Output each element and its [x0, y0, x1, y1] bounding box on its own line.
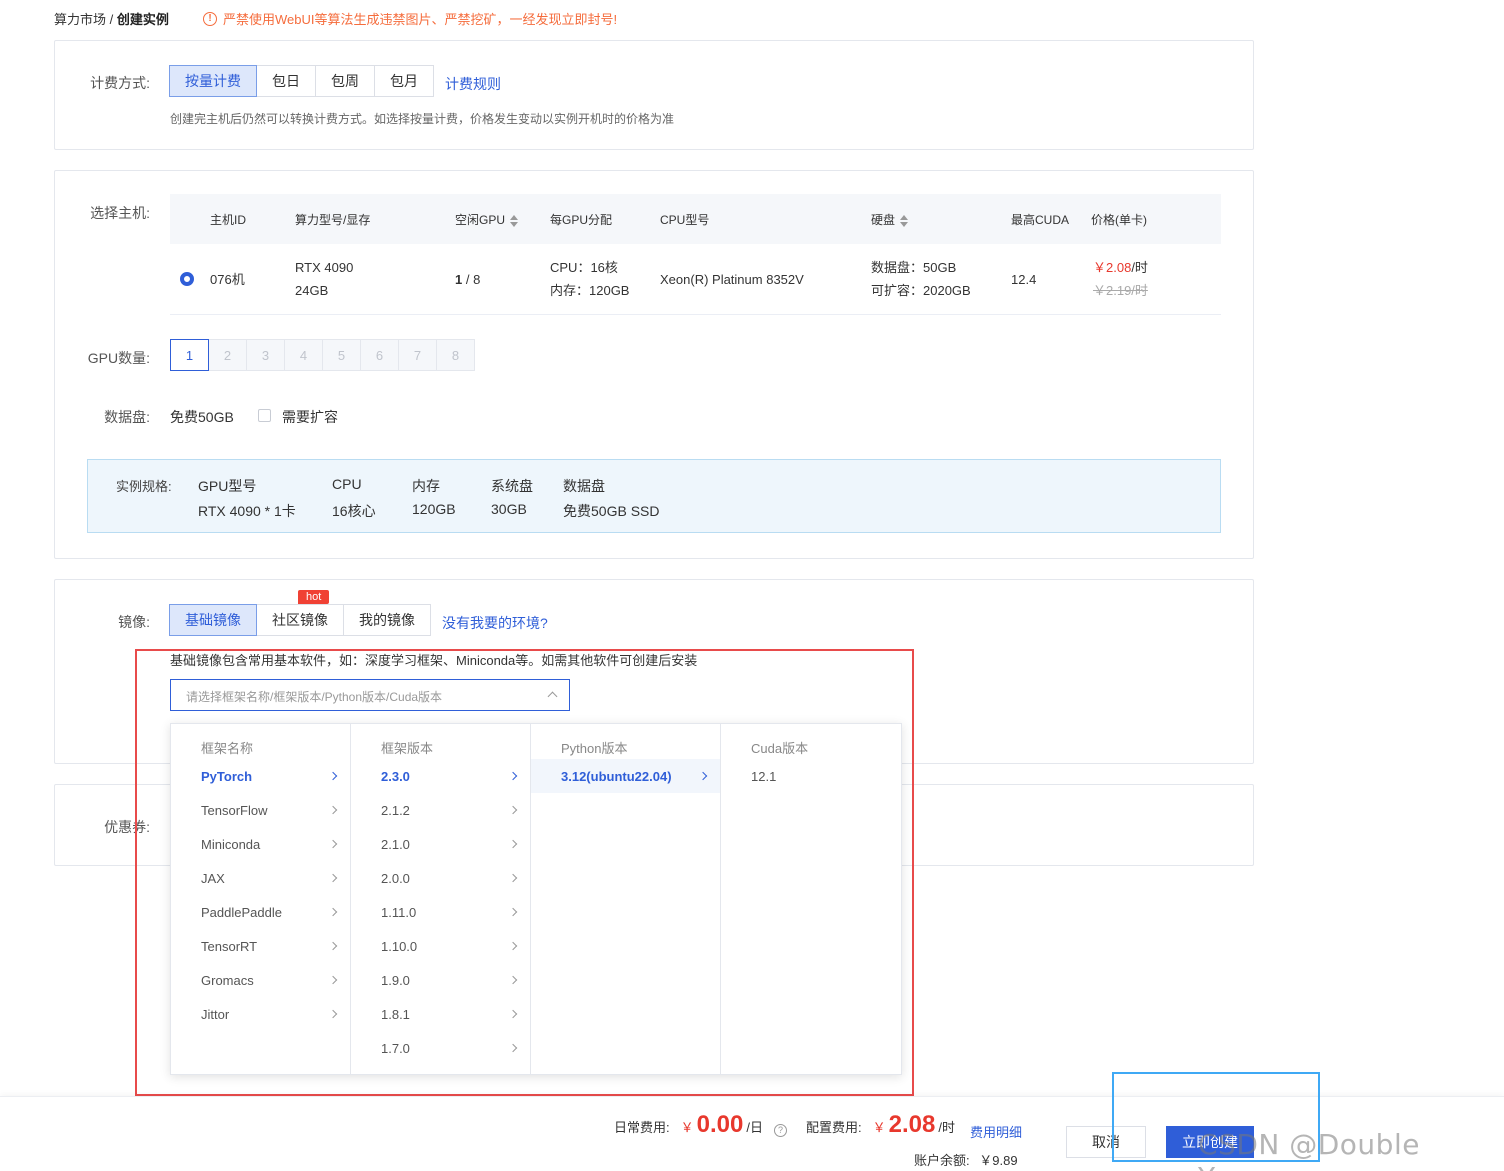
tab-community-image[interactable]: 社区镜像: [256, 604, 344, 636]
col-disk-label: 硬盘: [871, 213, 896, 227]
env-help-link[interactable]: 没有我要的环境?: [442, 613, 548, 633]
daily-fee-label: 日常费用:: [614, 1120, 670, 1135]
tab-my-image[interactable]: 我的镜像: [343, 604, 431, 636]
daily-fee: 日常费用: ￥ 0.00 /日: [614, 1111, 763, 1139]
price-old: ￥2.19/时: [1093, 283, 1148, 298]
spec-datadisk-head: 数据盘: [563, 478, 605, 494]
col-gpu-alloc: 每GPU分配: [550, 213, 613, 227]
disk-expand-text: 可扩容：2020GB: [871, 283, 971, 298]
watermark: CSDN @Double Young.: [1198, 1128, 1420, 1171]
col-free-gpu-label: 空闲GPU: [455, 213, 506, 227]
host-free-gpu: 1 / 8: [455, 268, 480, 291]
row-divider: [170, 314, 1221, 315]
host-alloc: CPU：16核 内存：120GB: [550, 256, 629, 302]
config-fee-value: 2.08: [888, 1111, 936, 1138]
host-price: ￥2.08/时 ￥2.19/时: [1093, 256, 1148, 302]
fee-detail-link[interactable]: 费用明细: [970, 1122, 1022, 1141]
annotation-red-box: [135, 649, 914, 1096]
col-disk[interactable]: 硬盘: [871, 211, 909, 228]
sort-icon[interactable]: [510, 214, 519, 227]
host-radio[interactable]: [180, 272, 194, 286]
config-fee-currency: ￥: [872, 1120, 886, 1135]
mem-alloc-text: 内存：120GB: [550, 283, 630, 298]
question-icon[interactable]: ?: [774, 1124, 787, 1137]
price-unit: /时: [1131, 260, 1148, 275]
billing-options: 按量计费 包日 包周 包月: [169, 65, 434, 97]
host-id[interactable]: 076机: [210, 268, 245, 291]
host-cuda: 12.4: [1011, 272, 1037, 287]
breadcrumb-separator: /: [109, 12, 114, 27]
config-fee-label: 配置费用:: [806, 1120, 862, 1135]
spec-gpu-value: RTX 4090 * 1卡: [198, 503, 296, 519]
daily-fee-currency: ￥: [680, 1120, 694, 1135]
expand-checkbox[interactable]: [258, 409, 271, 422]
spec-sysdisk-value: 30GB: [491, 501, 527, 517]
exclamation-icon: !: [203, 11, 217, 26]
gpu-count-2: 2: [208, 339, 247, 371]
gpu-count-6: 6: [360, 339, 399, 371]
col-cpu-model: CPU型号: [660, 213, 710, 227]
expand-label[interactable]: 需要扩容: [282, 407, 338, 427]
col-price: 价格(单卡): [1091, 213, 1147, 227]
col-host-id: 主机ID: [210, 213, 247, 227]
disk-data-text: 数据盘：50GB: [871, 260, 957, 275]
spec-mem-head: 内存: [412, 478, 440, 494]
sort-icon[interactable]: [900, 214, 909, 227]
host-label: 选择主机:: [90, 205, 150, 221]
billing-option-day[interactable]: 包日: [256, 65, 316, 97]
spec-box: [87, 459, 1221, 533]
col-free-gpu[interactable]: 空闲GPU: [455, 211, 519, 228]
data-disk-free: 免费50GB: [170, 409, 234, 425]
spec-label: 实例规格:: [116, 479, 172, 494]
price-now: ￥2.08: [1093, 260, 1132, 275]
billing-rules-link[interactable]: 计费规则: [445, 74, 501, 94]
billing-option-payg[interactable]: 按量计费: [169, 65, 257, 97]
daily-fee-unit: /日: [746, 1120, 763, 1135]
config-fee: 配置费用: ￥ 2.08 /时: [806, 1111, 955, 1139]
vram-text: 24GB: [295, 283, 329, 298]
gpu-count-7: 7: [398, 339, 437, 371]
host-cpu-model: Xeon(R) Platinum 8352V: [660, 272, 804, 287]
col-cuda: 最高CUDA: [1011, 213, 1070, 227]
balance: 账户余额: ￥9.89: [914, 1150, 1018, 1169]
balance-label: 账户余额:: [914, 1153, 970, 1168]
spec-gpu-head: GPU型号: [198, 478, 257, 494]
spec-sysdisk-head: 系统盘: [491, 478, 533, 494]
image-label: 镜像:: [118, 614, 150, 630]
warning-text: 严禁使用WebUI等算法生成违禁图片、严禁挖矿，一经发现立即封号!: [223, 12, 618, 27]
gpu-count-1[interactable]: 1: [170, 339, 209, 371]
warning-banner: ! 严禁使用WebUI等算法生成违禁图片、严禁挖矿，一经发现立即封号!: [203, 9, 617, 28]
data-disk-label: 数据盘:: [104, 409, 150, 425]
col-gpu-model: 算力型号/显存: [295, 213, 371, 227]
image-tabs: 基础镜像 社区镜像 我的镜像: [169, 604, 431, 636]
billing-hint: 创建完主机后仍然可以转换计费方式。如选择按量计费，价格发生变动以实例开机时的价格…: [170, 112, 675, 126]
gpu-count-5: 5: [322, 339, 361, 371]
billing-option-week[interactable]: 包周: [315, 65, 375, 97]
breadcrumb: 算力市场 / 创建实例: [54, 9, 169, 28]
tab-base-image[interactable]: 基础镜像: [169, 604, 257, 636]
billing-label: 计费方式:: [90, 75, 150, 91]
gpu-count-label: GPU数量:: [87, 350, 150, 366]
breadcrumb-parent[interactable]: 算力市场: [54, 12, 106, 27]
gpu-count-selector: 1 2 3 4 5 6 7 8: [170, 339, 475, 371]
cpu-alloc-text: CPU：16核: [550, 260, 618, 275]
spec-datadisk-value: 免费50GB SSD: [563, 503, 660, 519]
config-fee-unit: /时: [938, 1120, 955, 1135]
breadcrumb-current: 创建实例: [116, 12, 169, 27]
gpu-model-text: RTX 4090: [295, 260, 354, 275]
host-disk: 数据盘：50GB 可扩容：2020GB: [871, 256, 971, 302]
gpu-count-8: 8: [436, 339, 475, 371]
gpu-count-3: 3: [246, 339, 285, 371]
balance-value: ￥9.89: [979, 1153, 1018, 1168]
free-gpu-total: / 8: [462, 272, 481, 287]
host-gpu-model: RTX 4090 24GB: [295, 256, 353, 302]
gpu-count-4: 4: [284, 339, 323, 371]
hot-badge: hot: [298, 590, 330, 604]
spec-cpu-value: 16核心: [332, 503, 376, 519]
spec-cpu-head: CPU: [332, 476, 362, 492]
daily-fee-value: 0.00: [696, 1111, 744, 1138]
spec-mem-value: 120GB: [412, 501, 456, 517]
billing-option-month[interactable]: 包月: [374, 65, 434, 97]
